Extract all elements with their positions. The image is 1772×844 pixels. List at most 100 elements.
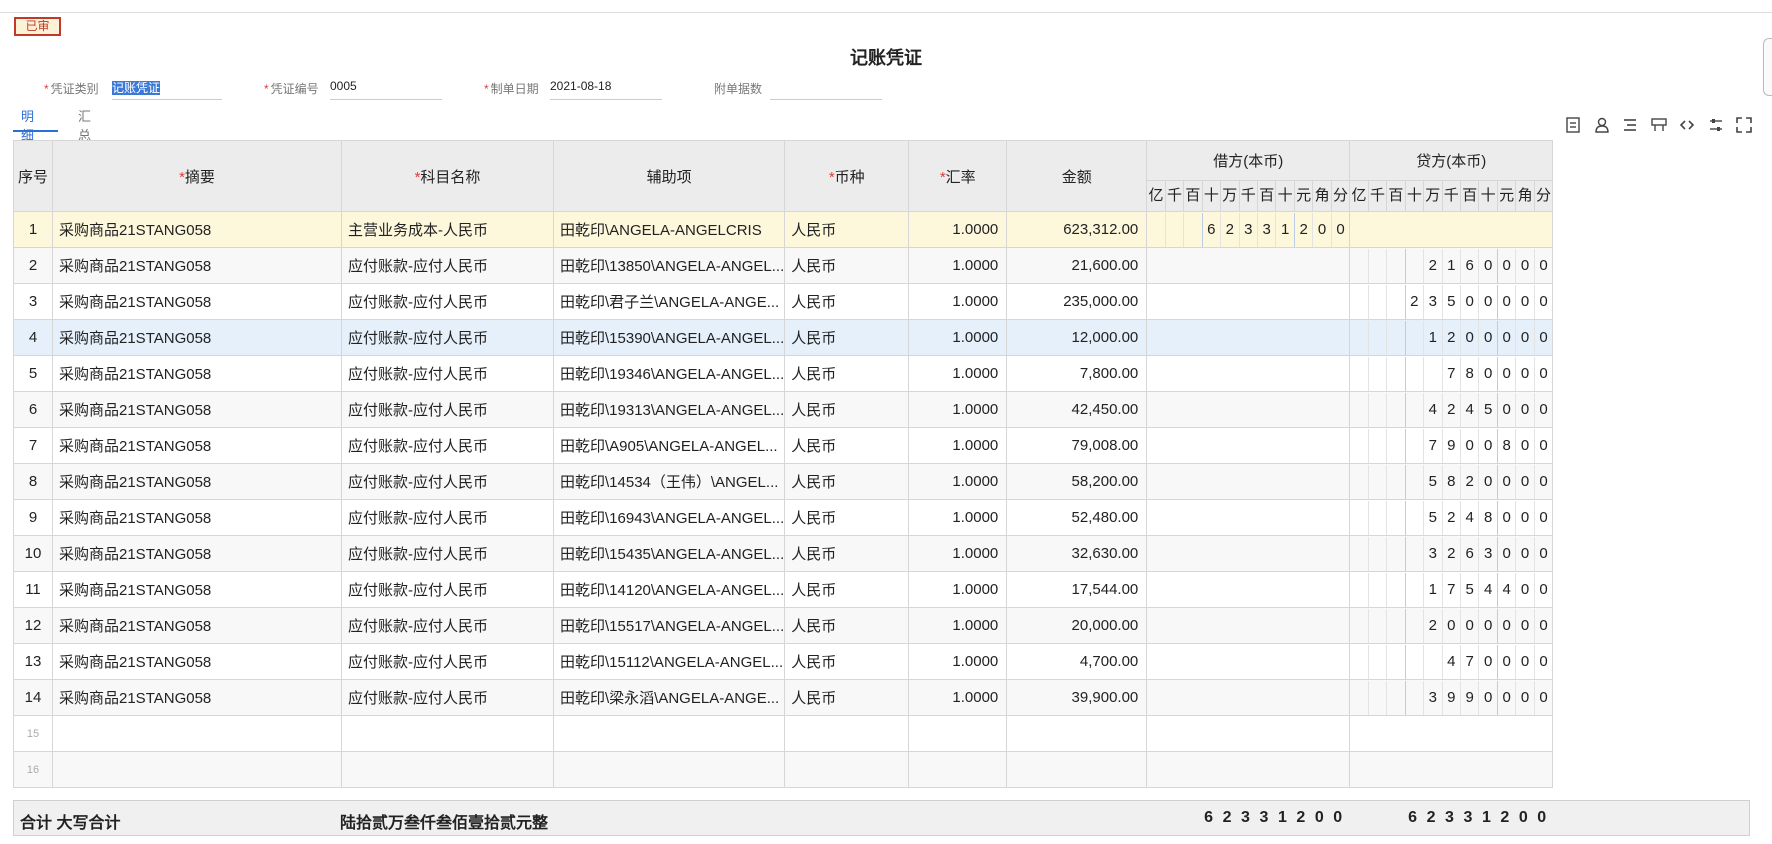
row-seq[interactable]: 10 bbox=[13, 535, 53, 572]
row-summary[interactable]: 采购商品21STANG058 bbox=[52, 535, 342, 572]
row-aux[interactable]: 田乾印\16943\ANGELA-ANGEL... bbox=[552, 499, 786, 536]
row-rate[interactable]: 1.0000 bbox=[908, 607, 1008, 644]
table-row[interactable]: 2 采购商品21STANG058 应付账款-应付人民币 田乾印\13850\ANGEL… bbox=[13, 247, 1554, 284]
table-row[interactable]: 14 采购商品21STANG058 应付账款-应付人民币 田乾印\梁永滔\ANGELA… bbox=[13, 679, 1554, 716]
voucher-category-input[interactable]: 记账凭证 bbox=[112, 79, 222, 100]
row-credit-digits[interactable]: 3263000 bbox=[1349, 535, 1554, 572]
row-amount[interactable]: 20,000.00 bbox=[1006, 607, 1148, 644]
row-currency[interactable]: 人民币 bbox=[784, 319, 910, 356]
row-amount[interactable]: 79,008.00 bbox=[1006, 427, 1148, 464]
row-aux[interactable]: 田乾印\15112\ANGELA-ANGEL... bbox=[552, 643, 786, 680]
row-rate[interactable]: 1.0000 bbox=[908, 643, 1008, 680]
row-rate[interactable] bbox=[908, 751, 1008, 788]
row-amount[interactable]: 7,800.00 bbox=[1006, 355, 1148, 392]
row-amount[interactable]: 32,630.00 bbox=[1006, 535, 1148, 572]
row-account[interactable]: 应付账款-应付人民币 bbox=[341, 499, 554, 536]
list-icon[interactable] bbox=[1621, 116, 1639, 134]
row-seq[interactable]: 8 bbox=[13, 463, 53, 500]
row-aux[interactable]: 田乾印\15390\ANGELA-ANGEL... bbox=[552, 319, 786, 356]
row-credit-digits[interactable]: 2000000 bbox=[1349, 607, 1554, 644]
row-currency[interactable] bbox=[784, 751, 910, 788]
row-debit-digits[interactable] bbox=[1146, 427, 1351, 464]
row-debit-digits[interactable] bbox=[1146, 319, 1351, 356]
layout-icon[interactable] bbox=[1650, 116, 1668, 134]
table-row[interactable]: 12 采购商品21STANG058 应付账款-应付人民币 田乾印\15517\ANGE… bbox=[13, 607, 1554, 644]
row-debit-digits[interactable] bbox=[1146, 643, 1351, 680]
row-currency[interactable]: 人民币 bbox=[784, 679, 910, 716]
row-debit-digits[interactable] bbox=[1146, 679, 1351, 716]
row-seq[interactable]: 12 bbox=[13, 607, 53, 644]
row-credit-digits[interactable]: 1754400 bbox=[1349, 571, 1554, 608]
row-account[interactable]: 主营业务成本-人民币 bbox=[341, 211, 554, 248]
row-aux[interactable]: 田乾印\19313\ANGELA-ANGEL... bbox=[552, 391, 786, 428]
row-aux[interactable]: 田乾印\ANGELA-ANGELCRIS bbox=[552, 211, 786, 248]
table-row[interactable]: 15 bbox=[13, 715, 1554, 752]
row-credit-digits[interactable]: 2160000 bbox=[1349, 247, 1554, 284]
row-amount[interactable]: 4,700.00 bbox=[1006, 643, 1148, 680]
row-summary[interactable]: 采购商品21STANG058 bbox=[52, 355, 342, 392]
row-rate[interactable]: 1.0000 bbox=[908, 427, 1008, 464]
table-row[interactable]: 6 采购商品21STANG058 应付账款-应付人民币 田乾印\19313\ANGEL… bbox=[13, 391, 1554, 428]
row-summary[interactable]: 采购商品21STANG058 bbox=[52, 211, 342, 248]
row-aux[interactable] bbox=[552, 715, 786, 752]
row-account[interactable]: 应付账款-应付人民币 bbox=[341, 463, 554, 500]
table-row[interactable]: 1 采购商品21STANG058 主营业务成本-人民币 田乾印\ANGELA-ANGE… bbox=[13, 211, 1554, 248]
row-debit-digits[interactable] bbox=[1146, 571, 1351, 608]
row-currency[interactable]: 人民币 bbox=[784, 283, 910, 320]
row-debit-digits[interactable] bbox=[1146, 535, 1351, 572]
row-summary[interactable]: 采购商品21STANG058 bbox=[52, 283, 342, 320]
row-rate[interactable]: 1.0000 bbox=[908, 499, 1008, 536]
row-credit-digits[interactable]: 780000 bbox=[1349, 355, 1554, 392]
row-credit-digits[interactable] bbox=[1349, 715, 1554, 752]
table-row[interactable]: 7 采购商品21STANG058 应付账款-应付人民币 田乾印\A905\ANGELA… bbox=[13, 427, 1554, 464]
insert-row-icon[interactable] bbox=[1564, 116, 1582, 134]
row-seq[interactable]: 3 bbox=[13, 283, 53, 320]
row-debit-digits[interactable] bbox=[1146, 499, 1351, 536]
fullscreen-icon[interactable] bbox=[1735, 116, 1753, 134]
row-aux[interactable]: 田乾印\14534（王伟）\ANGEL... bbox=[552, 463, 786, 500]
row-debit-digits[interactable] bbox=[1146, 391, 1351, 428]
row-currency[interactable]: 人民币 bbox=[784, 355, 910, 392]
row-credit-digits[interactable]: 7900800 bbox=[1349, 427, 1554, 464]
row-amount[interactable]: 623,312.00 bbox=[1006, 211, 1148, 248]
row-aux[interactable] bbox=[552, 751, 786, 788]
row-debit-digits[interactable]: 62331200 bbox=[1146, 211, 1351, 248]
row-summary[interactable]: 采购商品21STANG058 bbox=[52, 607, 342, 644]
row-amount[interactable]: 42,450.00 bbox=[1006, 391, 1148, 428]
row-rate[interactable]: 1.0000 bbox=[908, 247, 1008, 284]
voucher-number-input[interactable]: 0005 bbox=[330, 79, 442, 100]
row-seq[interactable]: 7 bbox=[13, 427, 53, 464]
row-aux[interactable]: 田乾印\15435\ANGELA-ANGEL... bbox=[552, 535, 786, 572]
adjust-icon[interactable] bbox=[1707, 116, 1725, 134]
table-row[interactable]: 8 采购商品21STANG058 应付账款-应付人民币 田乾印\14534（王伟）\A… bbox=[13, 463, 1554, 500]
row-summary[interactable]: 采购商品21STANG058 bbox=[52, 247, 342, 284]
table-row[interactable]: 9 采购商品21STANG058 应付账款-应付人民币 田乾印\16943\ANGEL… bbox=[13, 499, 1554, 536]
row-credit-digits[interactable]: 5820000 bbox=[1349, 463, 1554, 500]
row-currency[interactable]: 人民币 bbox=[784, 463, 910, 500]
row-aux[interactable]: 田乾印\君子兰\ANGELA-ANGE... bbox=[552, 283, 786, 320]
tab-summary[interactable]: 汇总 bbox=[78, 106, 91, 144]
table-row[interactable]: 11 采购商品21STANG058 应付账款-应付人民币 田乾印\14120\ANGE… bbox=[13, 571, 1554, 608]
row-aux[interactable]: 田乾印\14120\ANGELA-ANGEL... bbox=[552, 571, 786, 608]
row-credit-digits[interactable] bbox=[1349, 211, 1554, 248]
row-credit-digits[interactable] bbox=[1349, 751, 1554, 788]
row-account[interactable]: 应付账款-应付人民币 bbox=[341, 643, 554, 680]
row-rate[interactable]: 1.0000 bbox=[908, 679, 1008, 716]
row-currency[interactable]: 人民币 bbox=[784, 571, 910, 608]
row-credit-digits[interactable]: 1200000 bbox=[1349, 319, 1554, 356]
row-seq[interactable]: 1 bbox=[13, 211, 53, 248]
row-credit-digits[interactable]: 4245000 bbox=[1349, 391, 1554, 428]
row-rate[interactable]: 1.0000 bbox=[908, 535, 1008, 572]
row-account[interactable]: 应付账款-应付人民币 bbox=[341, 355, 554, 392]
row-aux[interactable]: 田乾印\13850\ANGELA-ANGEL... bbox=[552, 247, 786, 284]
row-rate[interactable] bbox=[908, 715, 1008, 752]
row-summary[interactable]: 采购商品21STANG058 bbox=[52, 499, 342, 536]
row-seq[interactable]: 13 bbox=[13, 643, 53, 680]
row-credit-digits[interactable]: 5248000 bbox=[1349, 499, 1554, 536]
row-account[interactable]: 应付账款-应付人民币 bbox=[341, 607, 554, 644]
row-debit-digits[interactable] bbox=[1146, 607, 1351, 644]
row-amount[interactable]: 58,200.00 bbox=[1006, 463, 1148, 500]
row-amount[interactable]: 12,000.00 bbox=[1006, 319, 1148, 356]
row-debit-digits[interactable] bbox=[1146, 283, 1351, 320]
row-amount[interactable]: 17,544.00 bbox=[1006, 571, 1148, 608]
